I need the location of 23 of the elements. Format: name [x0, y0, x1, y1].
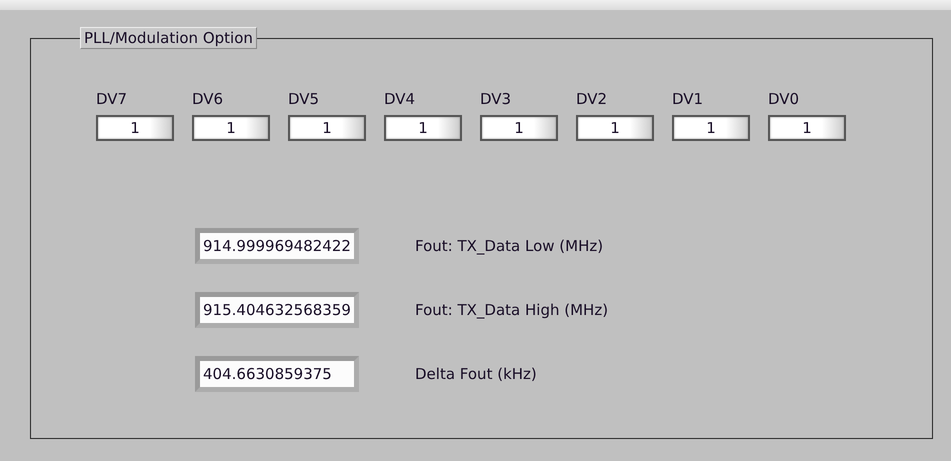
bit-field[interactable]: 1 [480, 115, 558, 141]
bit-label: DV7 [96, 90, 128, 108]
bit-label: DV4 [384, 90, 416, 108]
bit-field[interactable]: 1 [288, 115, 366, 141]
bit-label: DV6 [192, 90, 224, 108]
bit-field[interactable]: 1 [576, 115, 654, 141]
output-label: Delta Fout (kHz) [415, 365, 537, 383]
bit-field[interactable]: 1 [384, 115, 462, 141]
output-field: 915.404632568359 [195, 292, 359, 328]
bit-field[interactable]: 1 [768, 115, 846, 141]
output-field: 404.6630859375 [195, 356, 359, 392]
bit-label: DV1 [672, 90, 704, 108]
bit-field[interactable]: 1 [96, 115, 174, 141]
group-title: PLL/Modulation Option [80, 27, 257, 49]
bit-label: DV3 [480, 90, 512, 108]
output-field: 914.999969482422 [195, 228, 359, 264]
bit-field[interactable]: 1 [672, 115, 750, 141]
output-label: Fout: TX_Data Low (MHz) [415, 237, 604, 255]
bit-label: DV5 [288, 90, 320, 108]
output-label: Fout: TX_Data High (MHz) [415, 301, 608, 319]
bit-field[interactable]: 1 [192, 115, 270, 141]
bit-label: DV0 [768, 90, 800, 108]
bit-label: DV2 [576, 90, 608, 108]
